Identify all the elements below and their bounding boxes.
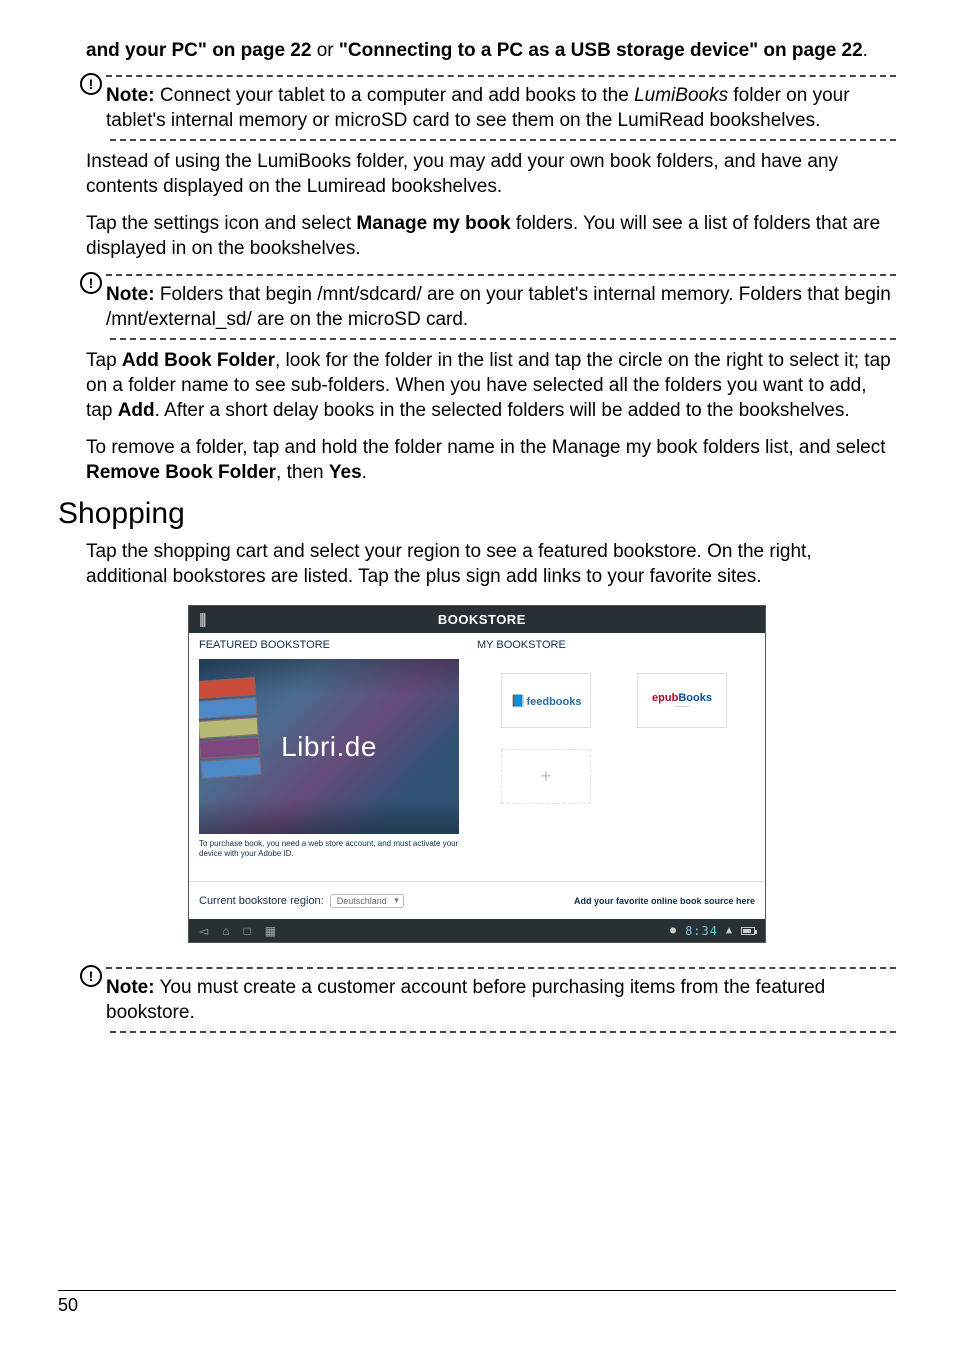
nav-icons: ◅ ⌂ □ ▦ xyxy=(199,924,276,938)
note-1-text: Note: Connect your tablet to a computer … xyxy=(106,83,896,133)
note-label: Note: xyxy=(106,977,155,998)
featured-brand-text: Libri.de xyxy=(281,731,377,763)
lead-paragraph: and your PC" on page 22 or "Connecting t… xyxy=(86,38,896,63)
home-icon[interactable]: ⌂ xyxy=(222,924,229,938)
purchase-account-note: To purchase book, you need a web store a… xyxy=(199,839,459,858)
note-2-body: Folders that begin /mnt/sdcard/ are on y… xyxy=(106,284,891,330)
page-number: 50 xyxy=(58,1295,78,1315)
region-label: Current bookstore region: xyxy=(199,895,324,907)
recent-icon[interactable]: □ xyxy=(243,924,250,938)
dash-line xyxy=(106,274,896,276)
lead-period: . xyxy=(863,40,868,61)
para-remove-c: . xyxy=(362,462,367,483)
page-root: and your PC" on page 22 or "Connecting t… xyxy=(0,0,954,1352)
wifi-icon: ▲ xyxy=(726,925,733,936)
para-remove-folder: To remove a folder, tap and hold the fol… xyxy=(86,435,896,485)
note-block-2: ! Note: Folders that begin /mnt/sdcard/ … xyxy=(58,274,896,340)
para-add-c: . After a short delay books in the selec… xyxy=(155,400,850,421)
para-tap-bold: Manage my book xyxy=(356,213,510,234)
book-stack-icon xyxy=(199,677,263,801)
status-area: ● 8:34 ▲ xyxy=(670,924,755,938)
note-1-a: Connect your tablet to a computer and ad… xyxy=(155,85,635,106)
info-icon: ! xyxy=(80,965,102,987)
para-remove-a: To remove a folder, tap and hold the fol… xyxy=(86,437,886,458)
note-3-text: Note: You must create a customer account… xyxy=(106,975,896,1025)
para-tap-a: Tap the settings icon and select xyxy=(86,213,356,234)
para-remove-bold1: Remove Book Folder xyxy=(86,462,276,483)
para-remove-bold2: Yes xyxy=(329,462,362,483)
apps-icon[interactable]: ▦ xyxy=(265,924,276,938)
info-icon: ! xyxy=(80,73,102,95)
lead-link-2: "Connecting to a PC as a USB storage dev… xyxy=(339,40,863,61)
my-bookstore-label: MY BOOKSTORE xyxy=(477,639,566,651)
screenshot-titlebar: ||| BOOKSTORE xyxy=(189,606,765,633)
info-icon: ! xyxy=(80,272,102,294)
para-tap-settings: Tap the settings icon and select Manage … xyxy=(86,211,896,261)
region-row: Current bookstore region: Deutschland Ad… xyxy=(189,881,765,919)
bookstore-tile-feedbooks[interactable]: 📘feedbooks xyxy=(501,673,591,728)
battery-icon xyxy=(741,927,755,935)
dash-line xyxy=(110,139,896,141)
system-navbar: ◅ ⌂ □ ▦ ● 8:34 ▲ xyxy=(189,919,765,942)
dash-line xyxy=(106,967,896,969)
lead-link-1: and your PC" on page 22 xyxy=(86,40,311,61)
add-source-hint: Add your favorite online book source her… xyxy=(574,896,755,906)
note-label: Note: xyxy=(106,284,155,305)
para-shopping: Tap the shopping cart and select your re… xyxy=(86,539,896,589)
bookstore-tile-epubbooks[interactable]: epubBooks ——— xyxy=(637,673,727,728)
region-select[interactable]: Deutschland xyxy=(330,894,404,908)
para-remove-b: , then xyxy=(276,462,329,483)
para-add-bold1: Add Book Folder xyxy=(122,350,275,371)
lead-or: or xyxy=(311,40,338,61)
dash-line xyxy=(106,75,896,77)
heading-shopping: Shopping xyxy=(58,497,896,531)
bookstore-screenshot: ||| BOOKSTORE FEATURED BOOKSTORE MY BOOK… xyxy=(188,605,766,943)
note-block-1: ! Note: Connect your tablet to a compute… xyxy=(58,75,896,141)
clock-text: 8:34 xyxy=(685,924,718,938)
screenshot-body: FEATURED BOOKSTORE MY BOOKSTORE Libri.de… xyxy=(189,633,765,919)
status-dot-icon: ● xyxy=(670,925,677,936)
note-1-italic: LumiBooks xyxy=(634,85,728,106)
note-label: Note: xyxy=(106,85,155,106)
screenshot-title: BOOKSTORE xyxy=(438,612,526,627)
note-3-body: You must create a customer account befor… xyxy=(106,977,825,1023)
add-bookstore-tile[interactable]: + xyxy=(501,749,591,804)
para-add-folder: Tap Add Book Folder, look for the folder… xyxy=(86,348,896,423)
note-block-3: ! Note: You must create a customer accou… xyxy=(58,967,896,1033)
featured-bookstore-label: FEATURED BOOKSTORE xyxy=(199,639,330,651)
featured-bookstore-card[interactable]: Libri.de xyxy=(199,659,459,834)
dash-line xyxy=(110,338,896,340)
page-footer: 50 xyxy=(58,1290,896,1316)
epubbooks-label: epubBooks ——— xyxy=(652,692,712,710)
books-icon: ||| xyxy=(199,611,205,628)
note-2-text: Note: Folders that begin /mnt/sdcard/ ar… xyxy=(106,282,896,332)
plus-icon: + xyxy=(541,766,552,787)
para-add-bold2: Add xyxy=(118,400,155,421)
screenshot-wrapper: ||| BOOKSTORE FEATURED BOOKSTORE MY BOOK… xyxy=(188,605,766,943)
dash-line xyxy=(110,1031,896,1033)
para-instead: Instead of using the LumiBooks folder, y… xyxy=(86,149,896,199)
feedbooks-label: 📘feedbooks xyxy=(511,694,582,708)
region-left: Current bookstore region: Deutschland xyxy=(199,894,404,908)
para-add-a: Tap xyxy=(86,350,122,371)
back-icon[interactable]: ◅ xyxy=(199,924,208,938)
